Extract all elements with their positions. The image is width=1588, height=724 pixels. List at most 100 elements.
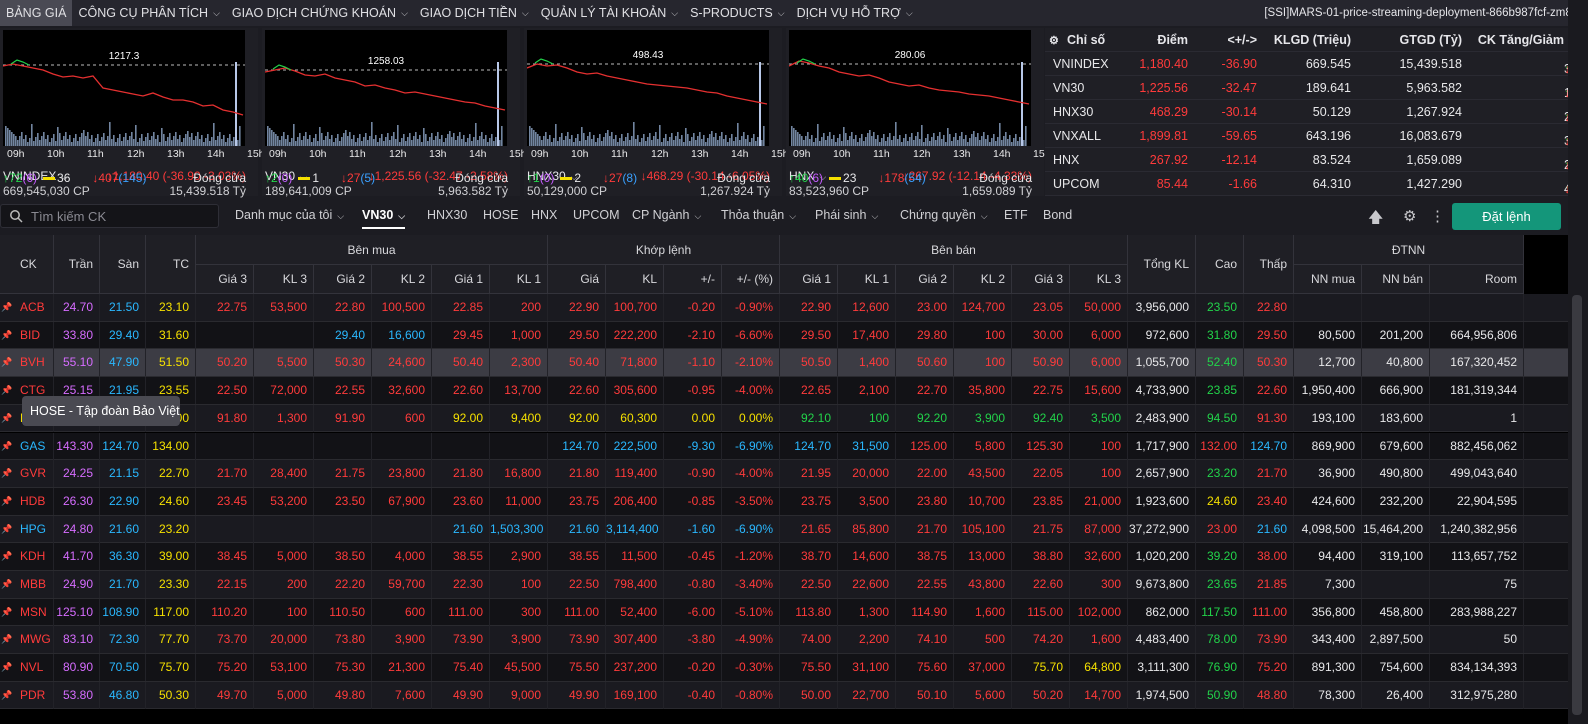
tab-thỏa-thuận[interactable]: Thỏa thuận ⌵ bbox=[721, 208, 796, 222]
index-row[interactable]: VNINDEX1,180.40-36.90669.54515,439.518↑7… bbox=[1045, 52, 1588, 76]
nav-item-1[interactable]: CÔNG CỤ PHÂN TÍCH ⌵ bbox=[72, 0, 225, 26]
symbol-cell[interactable]: PDR bbox=[0, 681, 54, 709]
gear-icon[interactable]: ⚙ bbox=[1049, 34, 1059, 47]
tab-etf[interactable]: ETF bbox=[1004, 208, 1028, 222]
cell-kl-2: 23,800 bbox=[372, 460, 432, 488]
volume-bar bbox=[741, 136, 743, 146]
tab-upcom[interactable]: UPCOM bbox=[573, 208, 620, 222]
column-header-10: Giá bbox=[548, 265, 606, 294]
volume-bar bbox=[637, 135, 639, 146]
nav-item-2[interactable]: GIAO DỊCH CHỨNG KHOÁN ⌵ bbox=[226, 0, 414, 26]
volume-bar bbox=[59, 133, 61, 146]
volume-bar bbox=[931, 137, 933, 146]
nav-item-4[interactable]: QUẢN LÝ TÀI KHOẢN ⌵ bbox=[535, 0, 684, 26]
nav-item-6[interactable]: DỊCH VỤ HỖ TRỢ ⌵ bbox=[791, 0, 919, 26]
volume-bar bbox=[701, 139, 703, 146]
tab-hnx30[interactable]: HNX30 bbox=[427, 208, 467, 222]
scroll-top-icon[interactable]: 🡅 bbox=[1368, 207, 1383, 232]
volume-bar bbox=[63, 136, 65, 146]
volume-bar bbox=[125, 133, 127, 146]
index-row[interactable]: UPCOM85.44-1.6664.3101,427.290↑10446↓202 bbox=[1045, 172, 1588, 196]
volume-bar bbox=[875, 139, 877, 146]
volume-bar bbox=[811, 135, 813, 146]
column-header-24: NN bán bbox=[1362, 265, 1430, 294]
cell-kl-3: 21,000 bbox=[1070, 487, 1128, 515]
nav-item-3[interactable]: GIAO DỊCH TIỀN ⌵ bbox=[414, 0, 535, 26]
cell-t-ng-kl: 1,020,200 bbox=[1128, 543, 1196, 571]
table-row[interactable]: 📌 ACB 24.70 21.50 23.10 22.75 53,500 22.80 100,5… bbox=[0, 294, 1568, 322]
tab-phái-sinh[interactable]: Phái sinh ⌵ bbox=[815, 208, 878, 222]
volume-bar bbox=[467, 138, 469, 146]
symbol-cell[interactable]: MBB bbox=[0, 571, 54, 598]
volume-bar bbox=[661, 142, 663, 146]
table-row[interactable]: 📌 PDR 53.80 46.80 50.30 49.70 5,000 49.80 7,600 4… bbox=[0, 681, 1568, 710]
volume-bar bbox=[153, 132, 155, 146]
volume-bar bbox=[797, 132, 799, 146]
volume-bar bbox=[597, 138, 599, 146]
index-row[interactable]: VN301,225.56-32.47189.6415,963.582↑21↓27 bbox=[1045, 76, 1584, 100]
place-order-button[interactable]: Đặt lệnh bbox=[1452, 203, 1561, 230]
table-row[interactable]: 📌 NVL 80.90 70.50 75.70 75.20 53,100 75.30 21,30… bbox=[0, 654, 1568, 682]
table-row[interactable]: 📌 MSN 125.10 108.90 117.00 110.20 100 110.50 600… bbox=[0, 598, 1568, 627]
table-row[interactable]: 📌 CTG 25.15 21.95 23.55 22.50 72,000 22.55 32,60… bbox=[0, 377, 1568, 405]
ceiling-count: (6) bbox=[808, 171, 824, 185]
table-row[interactable]: 📌 GVR 24.25 21.15 22.70 21.70 28,400 21.75 23,80… bbox=[0, 460, 1568, 488]
table-row[interactable]: 📌 BVH 55.10 47.90 51.50 50.20 5,500 50.30 24,600… bbox=[0, 349, 1568, 378]
market-status: Đóng cửa bbox=[455, 171, 508, 185]
tab-danh-mục-của-tôi[interactable]: Danh mục của tôi ⌵ bbox=[235, 208, 344, 222]
scrollbar-thumb[interactable] bbox=[1572, 295, 1582, 715]
symbol-cell[interactable]: KDH bbox=[0, 543, 54, 571]
closing-volume-bar bbox=[1021, 62, 1023, 146]
cell-kl-2: 7,600 bbox=[372, 681, 432, 709]
cell-tr-n: 83.10 bbox=[54, 626, 100, 654]
symbol-cell[interactable]: BID bbox=[0, 321, 54, 349]
cell-kl-3: 200 bbox=[254, 571, 314, 598]
gear-icon[interactable]: ⚙ bbox=[1403, 207, 1416, 225]
symbol-cell[interactable]: HDB bbox=[0, 487, 54, 515]
table-row[interactable]: 📌 MBB 24.90 21.70 23.30 22.15 200 22.20 59,700 22… bbox=[0, 571, 1568, 599]
index-row[interactable]: HNX30468.29-30.1450.1291,267.924↑12↓27 bbox=[1045, 100, 1584, 124]
volume-bar bbox=[663, 138, 665, 146]
symbol-cell[interactable]: HPG bbox=[0, 515, 54, 543]
symbol-cell[interactable]: BVH bbox=[0, 349, 54, 377]
symbol-cell[interactable]: ACB bbox=[0, 294, 54, 321]
tab-bond[interactable]: Bond bbox=[1043, 208, 1072, 222]
cell-cao: 117.50 bbox=[1196, 598, 1244, 626]
index-row[interactable]: HNX267.92-12.1483.5241,659.089↑4023↓178 bbox=[1045, 148, 1588, 172]
volume-bar bbox=[667, 141, 669, 146]
hour-axis: 09h 10h 11h 12h 13h 14h 15h bbox=[527, 148, 789, 160]
tab-hose[interactable]: HOSE bbox=[483, 208, 518, 222]
more-menu-icon[interactable]: ⋮ bbox=[1430, 207, 1445, 225]
table-row[interactable]: 📌 HDB 26.30 22.90 24.60 23.45 53,200 23.50 67,90… bbox=[0, 487, 1568, 516]
volume-bar bbox=[399, 142, 401, 146]
symbol-cell[interactable]: MWG bbox=[0, 626, 54, 654]
nav-item-0[interactable]: BẢNG GIÁ bbox=[0, 0, 73, 26]
tab-cp-ngành[interactable]: CP Ngành ⌵ bbox=[632, 208, 701, 222]
nav-item-5[interactable]: S-PRODUCTS ⌵ bbox=[684, 0, 790, 26]
volume-bar bbox=[559, 137, 561, 146]
volume-bar bbox=[289, 142, 291, 146]
tab-hnx[interactable]: HNX bbox=[531, 208, 557, 222]
symbol-cell[interactable]: MSN bbox=[0, 598, 54, 626]
symbol-cell[interactable]: GAS bbox=[0, 432, 54, 460]
table-row[interactable]: 📌 GAS 143.30 124.70 134.00 124.70 222,500 -9.30… bbox=[0, 432, 1568, 461]
table-row[interactable]: 📌 BID 33.80 29.40 31.60 29.40 16,600 29.45 1,000… bbox=[0, 321, 1568, 350]
cell-room bbox=[1430, 294, 1524, 321]
table-row[interactable]: 📌 HPG 24.80 21.60 23.20 21.60 1,503,300 21.60 3,… bbox=[0, 515, 1568, 544]
index-row[interactable]: VNXALL1,899.81-59.65643.19616,083.679↑71… bbox=[1045, 124, 1588, 148]
table-row[interactable]: 📌 MWG 83.10 72.30 77.70 73.70 20,000 73.80 3,900… bbox=[0, 626, 1568, 655]
cell-gi-1: 21.60 bbox=[432, 515, 490, 543]
symbol-cell[interactable]: GVR bbox=[0, 460, 54, 488]
volume-bar bbox=[151, 136, 153, 146]
search-input[interactable]: Tìm kiếm CK bbox=[0, 204, 219, 228]
table-row[interactable]: 📌 KDH 41.70 36.30 39.00 38.45 5,000 38.50 4,000 3… bbox=[0, 543, 1568, 571]
tab-chứng-quyền[interactable]: Chứng quyền ⌵ bbox=[900, 208, 988, 222]
cell-gi-2: 75.30 bbox=[314, 654, 372, 682]
advancers: ↑2 bbox=[265, 171, 278, 185]
volume-bar bbox=[325, 136, 327, 146]
symbol-cell[interactable]: NVL bbox=[0, 654, 54, 682]
intraday-chart-svg bbox=[527, 58, 769, 146]
tab-vn30[interactable]: VN30 ⌵ bbox=[362, 208, 406, 229]
hour-axis: 09h 10h 11h 12h 13h 14h 15h bbox=[3, 148, 265, 160]
table-row[interactable]: 📌FPT98.4085.6092.0091.801,30091.9060092.… bbox=[0, 404, 1568, 433]
